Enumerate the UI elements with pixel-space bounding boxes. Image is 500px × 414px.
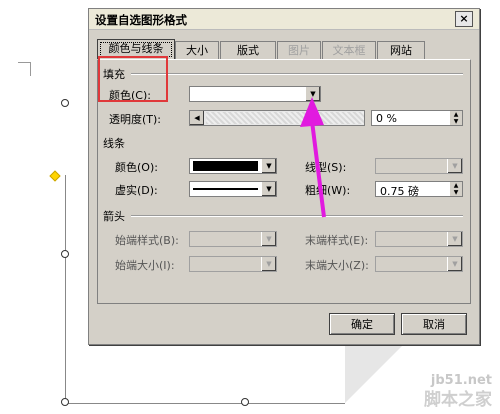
section-divider (131, 73, 463, 75)
dialog-titlebar: 设置自选图形格式 × (89, 9, 479, 30)
transparency-value: 0 % (376, 112, 397, 125)
chevron-down-icon[interactable]: ▼ (447, 257, 462, 271)
annotation-arrow-icon (300, 97, 326, 218)
selection-handle[interactable] (61, 398, 69, 406)
selection-handle[interactable] (241, 398, 249, 406)
chevron-down-icon[interactable]: ▼ (261, 159, 276, 173)
transparency-label: 透明度(T): (109, 113, 162, 126)
spin-arrows-icon[interactable]: ▲ ▼ (450, 111, 462, 125)
tab-picture[interactable]: 图片 (277, 41, 321, 60)
page-corner-mark (30, 62, 31, 76)
begin-style-combo[interactable]: ▼ (189, 231, 277, 247)
line-color-label: 颜色(O): (115, 161, 158, 174)
dash-combo[interactable]: ▼ (189, 181, 277, 197)
chevron-down-icon[interactable]: ▼ (447, 159, 462, 173)
chevron-down-icon[interactable]: ▼ (261, 182, 276, 196)
line-style-combo[interactable]: ▼ (375, 158, 463, 174)
chevron-left-icon[interactable]: ◀ (190, 111, 204, 125)
tab-size[interactable]: 大小 (175, 41, 219, 60)
chevron-down-icon[interactable]: ▼ (447, 232, 462, 246)
highlight-box (98, 56, 168, 102)
dash-sample (193, 188, 258, 190)
transparency-spinbox[interactable]: 0 % ▲ ▼ (371, 110, 463, 126)
line-section-label: 线条 (103, 137, 125, 150)
tab-text-box[interactable]: 文本框 (322, 41, 376, 60)
ok-button[interactable]: 确定 (329, 313, 395, 335)
page-corner-mark (18, 62, 31, 63)
dialog-title: 设置自选图形格式 (95, 13, 187, 27)
begin-size-label: 始端大小(I): (115, 259, 175, 272)
arrows-section-label: 箭头 (103, 210, 125, 223)
tab-web[interactable]: 网站 (377, 41, 425, 60)
selection-handle[interactable] (61, 250, 69, 258)
shape-outline-bottom (65, 403, 345, 404)
weight-value: 0.75 磅 (380, 185, 419, 198)
spin-arrows-icon[interactable]: ▲ ▼ (450, 182, 462, 196)
end-style-label: 末端样式(E): (305, 234, 369, 247)
selection-handle[interactable] (61, 99, 69, 107)
end-size-label: 末端大小(Z): (305, 259, 369, 272)
watermark-name: 脚本之家 (424, 390, 492, 410)
line-color-swatch (193, 161, 258, 171)
line-color-combo[interactable]: ▼ (189, 158, 277, 174)
end-size-combo[interactable]: ▼ (375, 256, 463, 272)
tab-layout[interactable]: 版式 (220, 41, 276, 60)
end-style-combo[interactable]: ▼ (375, 231, 463, 247)
cancel-button[interactable]: 取消 (401, 313, 467, 335)
close-button[interactable]: × (455, 11, 473, 27)
begin-size-combo[interactable]: ▼ (189, 256, 277, 272)
dash-label: 虚实(D): (115, 184, 158, 197)
weight-spinbox[interactable]: 0.75 磅 ▲ ▼ (375, 181, 463, 198)
chevron-down-icon[interactable]: ▼ (261, 257, 276, 271)
chevron-down-icon[interactable]: ▼ (261, 232, 276, 246)
shape-outline-left (65, 175, 66, 404)
adjust-handle-diamond[interactable] (49, 170, 61, 182)
page-fold (345, 343, 405, 403)
begin-style-label: 始端样式(B): (115, 234, 179, 247)
